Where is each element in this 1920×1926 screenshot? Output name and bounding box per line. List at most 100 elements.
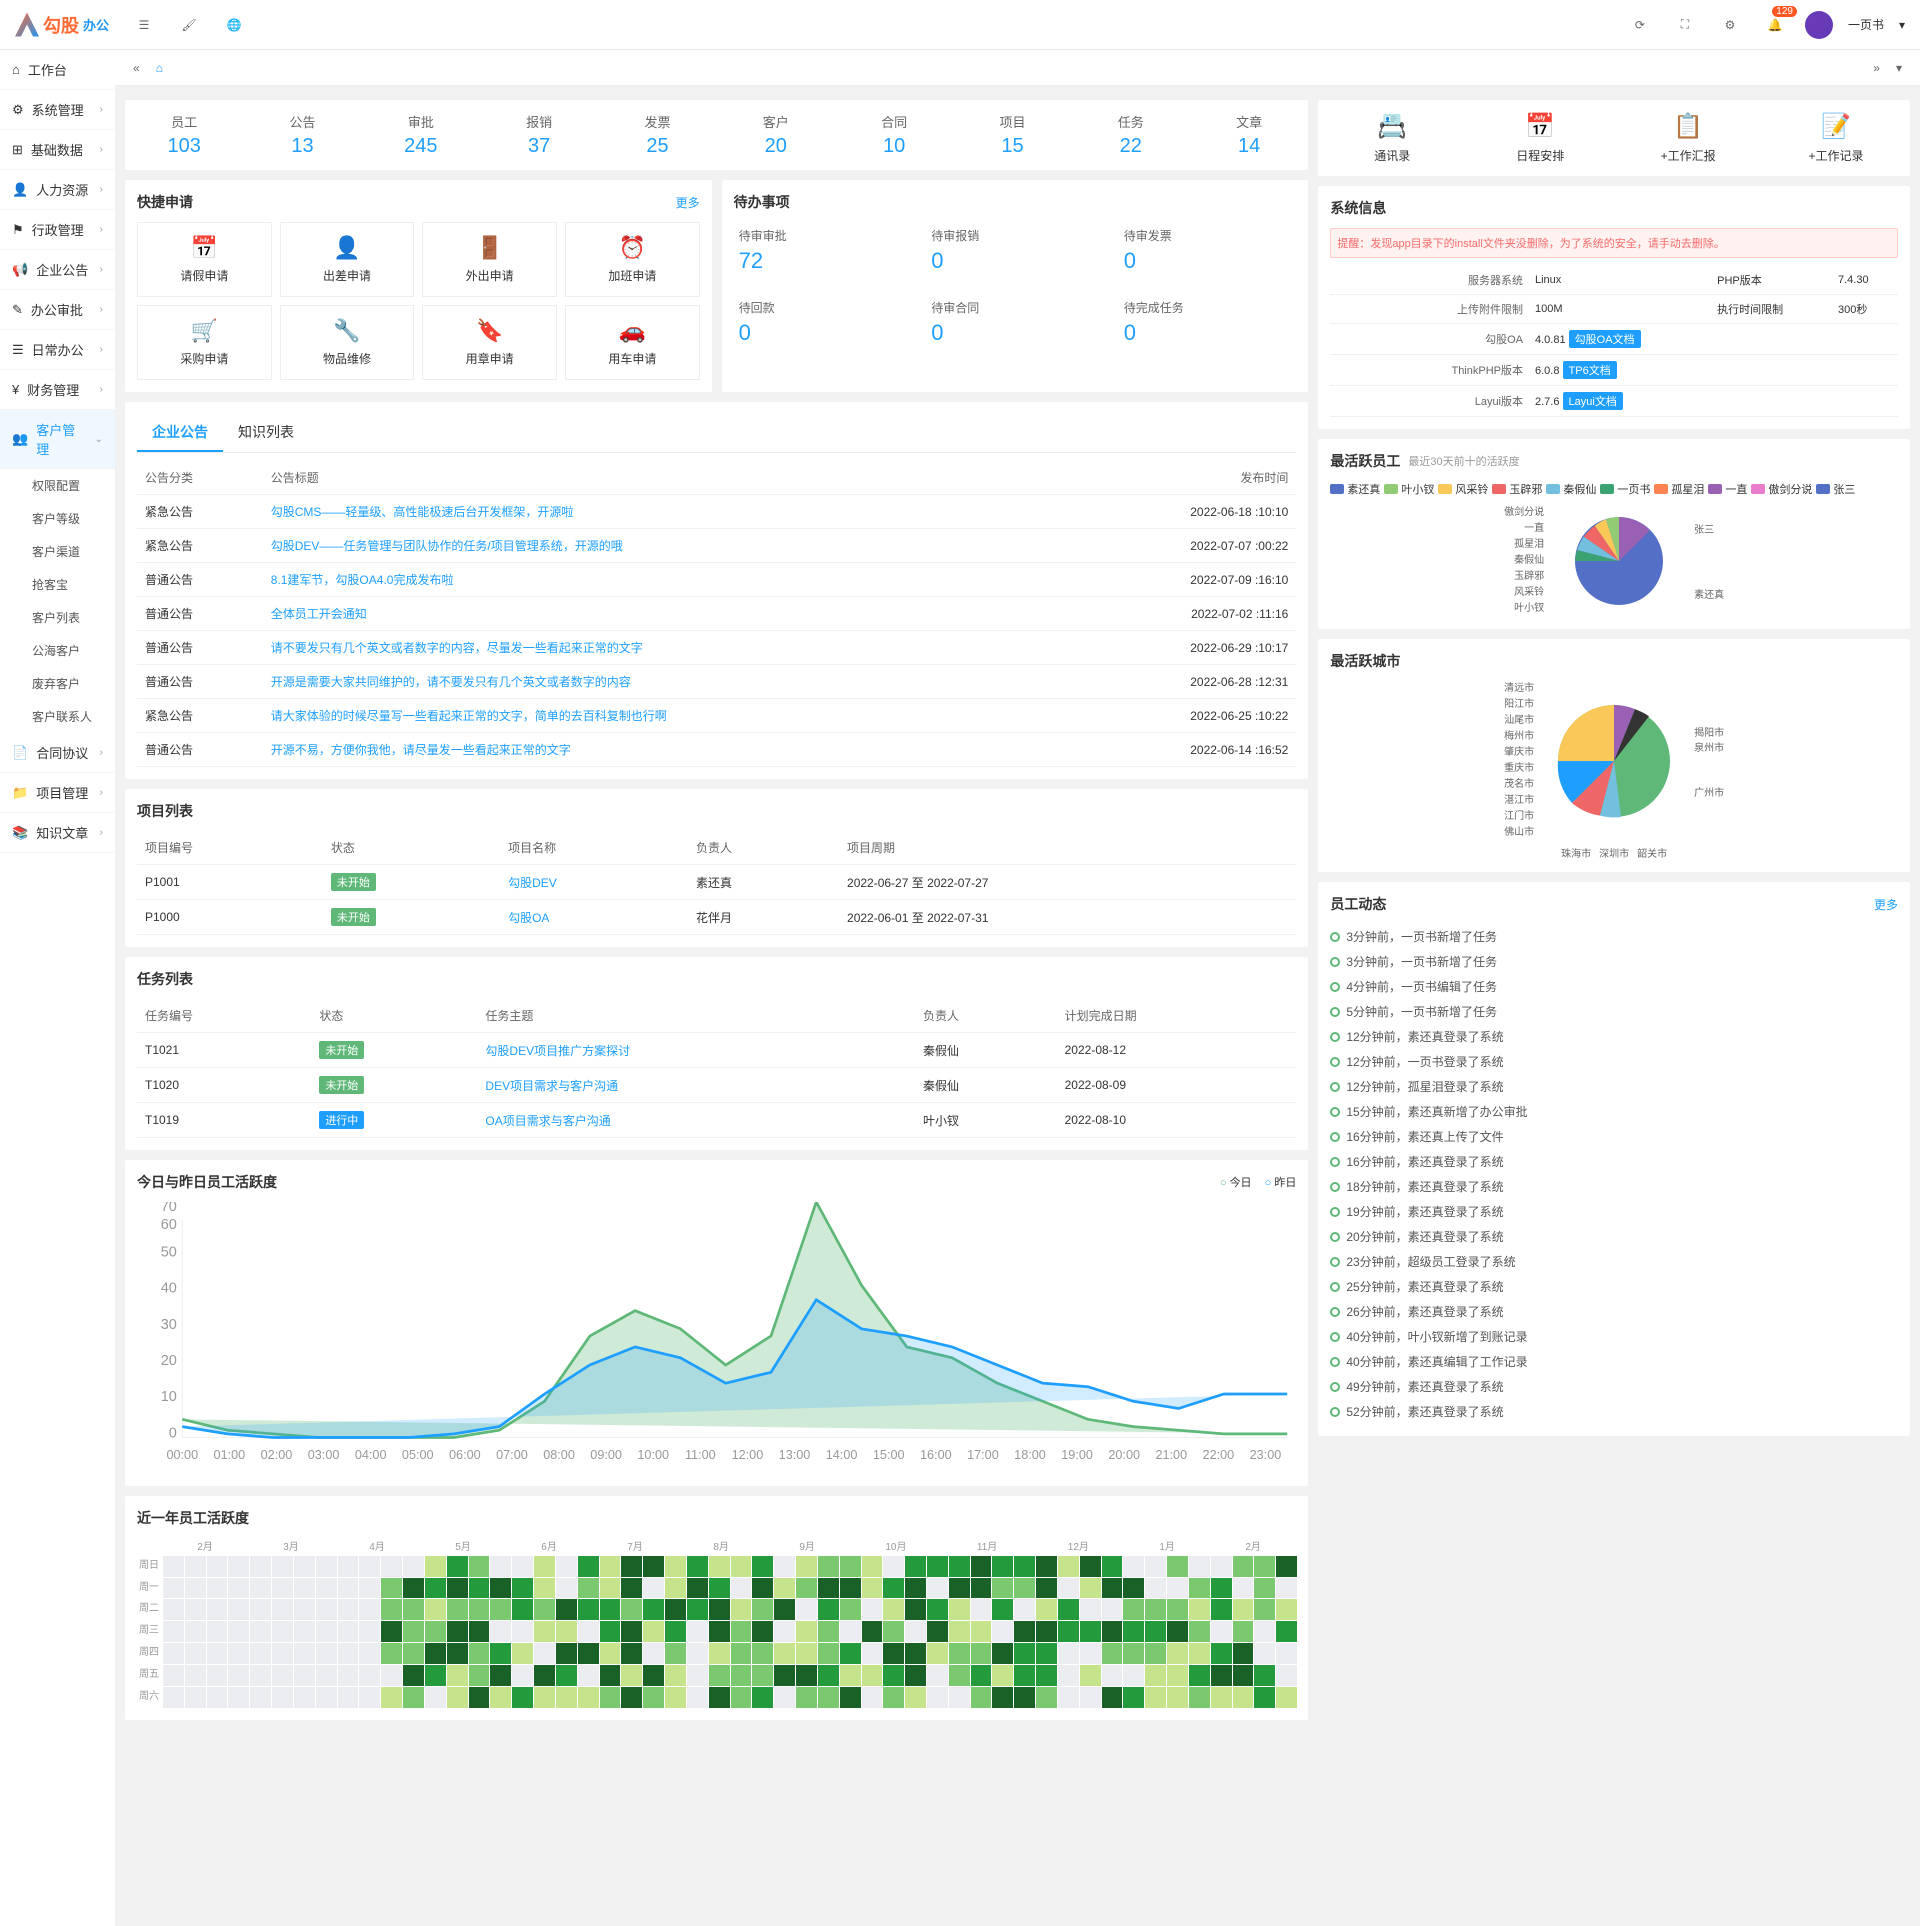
heat-cell[interactable]	[228, 1599, 249, 1620]
todo-item[interactable]: 待完成任务0	[1119, 294, 1297, 351]
heat-cell[interactable]	[425, 1556, 446, 1577]
heat-cell[interactable]	[774, 1621, 795, 1642]
heat-cell[interactable]	[1058, 1665, 1079, 1686]
heat-cell[interactable]	[338, 1599, 359, 1620]
heat-cell[interactable]	[425, 1578, 446, 1599]
heat-cell[interactable]	[1167, 1643, 1188, 1664]
heat-cell[interactable]	[687, 1556, 708, 1577]
heat-cell[interactable]	[207, 1665, 228, 1686]
heat-cell[interactable]	[250, 1687, 271, 1708]
heat-cell[interactable]	[316, 1643, 337, 1664]
heat-cell[interactable]	[971, 1643, 992, 1664]
announce-link[interactable]: 勾股DEV——任务管理与团队协作的任务/项目管理系统，开源的哦	[271, 539, 623, 553]
heat-cell[interactable]	[1276, 1687, 1297, 1708]
sidebar-item-customer[interactable]: 👥 客户管理 ⌄	[0, 410, 115, 469]
apply-item[interactable]: 🛒采购申请	[137, 305, 272, 380]
heat-cell[interactable]	[621, 1599, 642, 1620]
heat-cell[interactable]	[578, 1621, 599, 1642]
heat-cell[interactable]	[359, 1687, 380, 1708]
heat-cell[interactable]	[709, 1599, 730, 1620]
heat-cell[interactable]	[1102, 1665, 1123, 1686]
heat-cell[interactable]	[469, 1578, 490, 1599]
heat-cell[interactable]	[1102, 1599, 1123, 1620]
heat-cell[interactable]	[796, 1687, 817, 1708]
heat-cell[interactable]	[949, 1578, 970, 1599]
heat-cell[interactable]	[403, 1643, 424, 1664]
heat-cell[interactable]	[163, 1687, 184, 1708]
heat-cell[interactable]	[1233, 1599, 1254, 1620]
heat-cell[interactable]	[316, 1599, 337, 1620]
stat-item[interactable]: 客户20	[717, 100, 835, 170]
heat-cell[interactable]	[665, 1643, 686, 1664]
sidebar-sub-item[interactable]: 废弃客户	[0, 667, 115, 700]
heat-cell[interactable]	[1014, 1599, 1035, 1620]
heat-cell[interactable]	[338, 1621, 359, 1642]
announce-link[interactable]: 勾股CMS——轻量级、高性能极速后台开发框架，开源啦	[271, 505, 574, 519]
heat-cell[interactable]	[1036, 1621, 1057, 1642]
heat-cell[interactable]	[1189, 1621, 1210, 1642]
heat-cell[interactable]	[1145, 1599, 1166, 1620]
heat-cell[interactable]	[1167, 1687, 1188, 1708]
heat-cell[interactable]	[403, 1556, 424, 1577]
heat-cell[interactable]	[1211, 1643, 1232, 1664]
heat-cell[interactable]	[1014, 1556, 1035, 1577]
heat-cell[interactable]	[403, 1578, 424, 1599]
heat-cell[interactable]	[272, 1687, 293, 1708]
quick-item[interactable]: 📅日程安排	[1466, 100, 1614, 176]
apply-item[interactable]: 🔧物品维修	[280, 305, 415, 380]
heat-cell[interactable]	[927, 1687, 948, 1708]
heat-cell[interactable]	[534, 1599, 555, 1620]
heat-cell[interactable]	[1189, 1687, 1210, 1708]
heat-cell[interactable]	[1254, 1578, 1275, 1599]
heat-cell[interactable]	[425, 1687, 446, 1708]
sidebar-sub-item[interactable]: 公海客户	[0, 634, 115, 667]
heat-cell[interactable]	[207, 1621, 228, 1642]
heat-cell[interactable]	[1014, 1621, 1035, 1642]
heat-cell[interactable]	[250, 1621, 271, 1642]
heat-cell[interactable]	[774, 1578, 795, 1599]
heat-cell[interactable]	[294, 1556, 315, 1577]
heat-cell[interactable]	[905, 1643, 926, 1664]
announce-link[interactable]: 8.1建军节，勾股OA4.0完成发布啦	[271, 573, 454, 587]
heat-cell[interactable]	[840, 1621, 861, 1642]
announce-link[interactable]: 开源是需要大家共同维护的，请不要发只有几个英文或者数字的内容	[271, 675, 631, 689]
heat-cell[interactable]	[1254, 1643, 1275, 1664]
sidebar-item[interactable]: ¥财务管理›	[0, 370, 115, 410]
heat-cell[interactable]	[469, 1643, 490, 1664]
sidebar-sub-item[interactable]: 客户渠道	[0, 535, 115, 568]
heat-cell[interactable]	[971, 1621, 992, 1642]
heat-cell[interactable]	[840, 1556, 861, 1577]
heat-cell[interactable]	[1080, 1578, 1101, 1599]
heat-cell[interactable]	[556, 1621, 577, 1642]
doc-link[interactable]: 勾股OA文档	[1569, 330, 1641, 348]
heat-cell[interactable]	[643, 1578, 664, 1599]
heat-cell[interactable]	[949, 1621, 970, 1642]
heat-cell[interactable]	[359, 1621, 380, 1642]
heat-cell[interactable]	[490, 1665, 511, 1686]
heat-cell[interactable]	[1145, 1621, 1166, 1642]
heat-cell[interactable]	[185, 1687, 206, 1708]
heat-cell[interactable]	[578, 1665, 599, 1686]
heat-cell[interactable]	[883, 1556, 904, 1577]
heat-cell[interactable]	[163, 1599, 184, 1620]
heat-cell[interactable]	[752, 1578, 773, 1599]
heat-cell[interactable]	[1123, 1643, 1144, 1664]
heat-cell[interactable]	[665, 1665, 686, 1686]
settings-icon[interactable]: ⚙	[1715, 10, 1745, 40]
heat-cell[interactable]	[752, 1556, 773, 1577]
sidebar-item[interactable]: 👤人力资源›	[0, 170, 115, 210]
heat-cell[interactable]	[447, 1556, 468, 1577]
heat-cell[interactable]	[992, 1643, 1013, 1664]
heat-cell[interactable]	[1014, 1665, 1035, 1686]
brush-icon[interactable]: 🖌	[174, 10, 204, 40]
heat-cell[interactable]	[1233, 1643, 1254, 1664]
heat-cell[interactable]	[883, 1643, 904, 1664]
heat-cell[interactable]	[272, 1599, 293, 1620]
sidebar-sub-item[interactable]: 客户等级	[0, 502, 115, 535]
heat-cell[interactable]	[534, 1643, 555, 1664]
heat-cell[interactable]	[752, 1643, 773, 1664]
heat-cell[interactable]	[578, 1578, 599, 1599]
heat-cell[interactable]	[1080, 1665, 1101, 1686]
heat-cell[interactable]	[556, 1665, 577, 1686]
heat-cell[interactable]	[992, 1578, 1013, 1599]
